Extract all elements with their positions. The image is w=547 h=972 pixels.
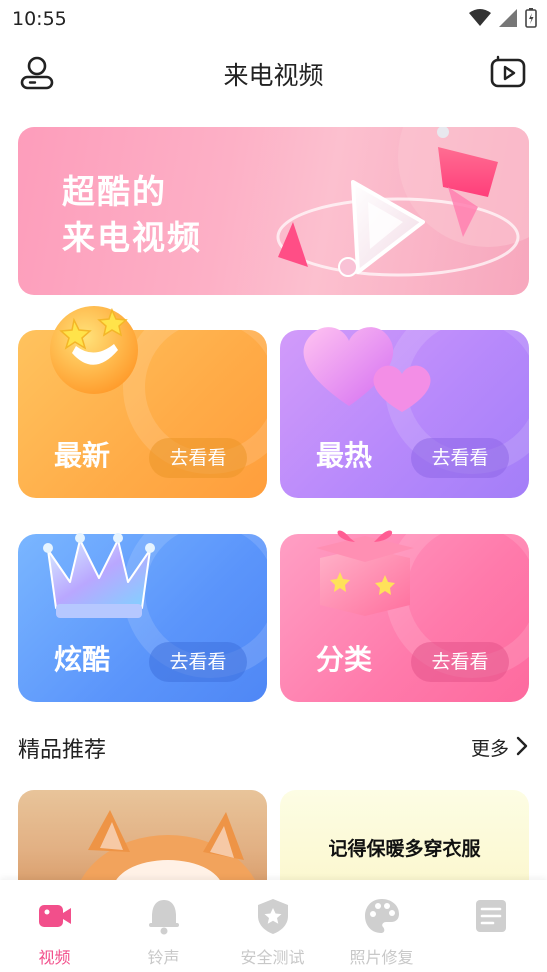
category-card-latest[interactable]: 最新 去看看	[18, 298, 267, 498]
shield-star-icon	[257, 899, 288, 934]
promo-banner[interactable]: 超酷的 来电视频	[18, 127, 529, 295]
star-eyes-emoji-icon	[50, 306, 138, 394]
thumbnail-caption: 记得保暖多穿衣服	[328, 838, 481, 860]
category-card-hot[interactable]: 最热 去看看	[280, 298, 529, 498]
video-camera-icon	[38, 905, 71, 927]
nav-item-photo-repair[interactable]: 照片修复	[327, 896, 436, 968]
nav-item-video[interactable]: 视频	[0, 896, 109, 968]
featured-video-thumbnail[interactable]: 记得保暖多穿衣服	[280, 790, 529, 890]
nav-label: 视频	[38, 948, 71, 967]
section-title: 精品推荐	[18, 738, 107, 763]
card-title: 最热	[316, 439, 373, 472]
go-watch-button[interactable]: 去看看	[149, 642, 247, 682]
checklist-icon	[475, 900, 506, 932]
crown-icon	[43, 533, 155, 618]
bell-icon	[148, 900, 179, 935]
wifi-icon	[469, 9, 491, 26]
cat-image	[76, 810, 260, 890]
signal-icon	[499, 9, 517, 27]
chevron-right-icon[interactable]	[515, 736, 529, 756]
bottom-navigation: 视频 铃声 安全测试 照片修复	[0, 880, 547, 972]
hearts-icon	[303, 327, 431, 412]
go-watch-button[interactable]: 去看看	[149, 438, 247, 478]
featured-section-header: 精品推荐 更多	[18, 728, 529, 764]
card-title: 炫酷	[54, 643, 111, 676]
nav-item-more[interactable]	[436, 896, 545, 944]
go-watch-button[interactable]: 去看看	[411, 438, 509, 478]
nav-label: 铃声	[147, 948, 180, 967]
go-watch-button[interactable]: 去看看	[411, 642, 509, 682]
nav-item-ringtone[interactable]: 铃声	[109, 896, 218, 968]
featured-video-thumbnail[interactable]	[18, 790, 267, 890]
more-link[interactable]: 更多	[471, 734, 509, 761]
battery-icon	[525, 8, 537, 28]
app-header: 来电视频	[0, 44, 547, 102]
video-play-icon[interactable]	[489, 54, 527, 92]
category-card-categories[interactable]: 分类 去看看	[280, 502, 529, 702]
banner-title-line1: 超酷的	[62, 172, 167, 211]
nav-item-security-test[interactable]: 安全测试	[218, 896, 327, 968]
card-title: 最新	[54, 439, 111, 472]
status-time: 10:55	[12, 8, 67, 30]
status-bar: 10:55	[0, 0, 547, 38]
nav-label: 照片修复	[349, 948, 414, 967]
status-icons	[469, 8, 537, 28]
gift-box-icon	[316, 530, 414, 616]
banner-illustration	[276, 127, 529, 277]
page-title: 来电视频	[223, 61, 324, 90]
nav-label: 安全测试	[240, 948, 305, 967]
card-title: 分类	[316, 643, 373, 676]
category-card-cool[interactable]: 炫酷 去看看	[18, 502, 267, 702]
banner-title-line2: 来电视频	[62, 218, 202, 257]
palette-icon	[364, 899, 399, 933]
